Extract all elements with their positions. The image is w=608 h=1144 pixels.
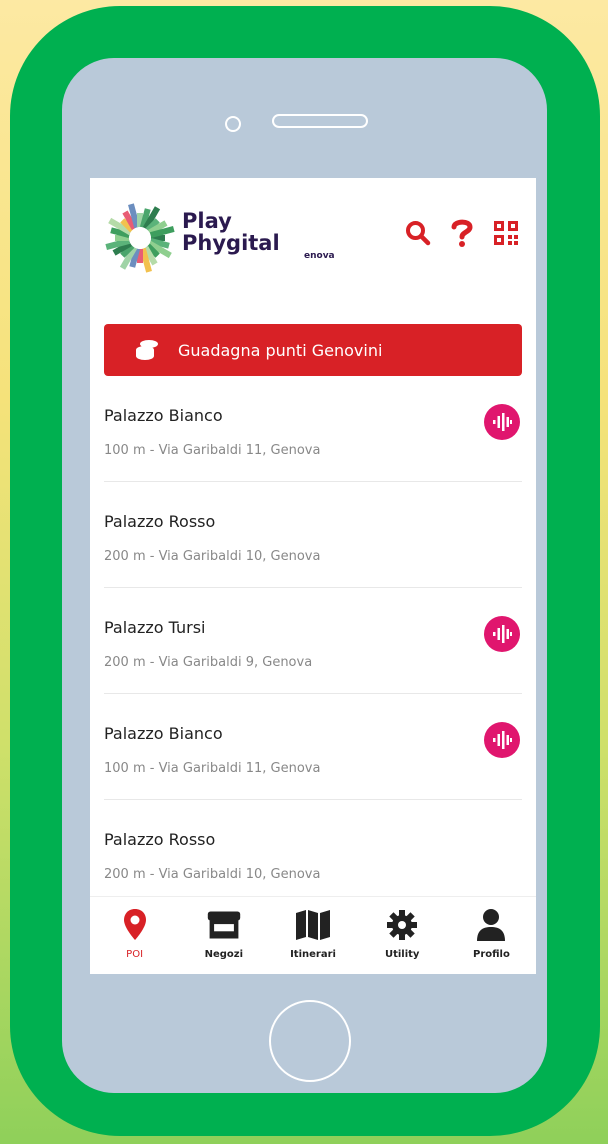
- user-icon: [473, 907, 509, 943]
- search-icon[interactable]: [402, 216, 434, 250]
- poi-title: Palazzo Bianco: [104, 406, 223, 425]
- header-actions: [402, 216, 522, 250]
- earn-points-button[interactable]: Guadagna punti Genovini: [104, 324, 522, 376]
- audio-wave-icon: [493, 625, 512, 643]
- qrcode-icon[interactable]: [490, 216, 522, 250]
- tab-label: Profilo: [472, 949, 510, 960]
- audio-wave-icon: [493, 731, 512, 749]
- help-icon[interactable]: [446, 216, 478, 250]
- map-pin-icon: [117, 907, 153, 943]
- poi-list-item[interactable]: Palazzo Rosso 200 m - Via Garibaldi 10, G…: [104, 800, 522, 906]
- logo-line3: enova: [304, 251, 335, 261]
- poi-list-item[interactable]: Palazzo Bianco 100 m - Via Garibaldi 11, …: [104, 376, 522, 482]
- tab-label: Negozi: [204, 949, 244, 960]
- poi-list-item[interactable]: Palazzo Rosso 200 m - Via Garibaldi 10, G…: [104, 482, 522, 588]
- tab-itinerari[interactable]: Itinerari: [268, 897, 357, 974]
- logo-text: Play Phygital enova: [182, 209, 335, 261]
- map-icon: [295, 907, 331, 943]
- poi-title: Palazzo Bianco: [104, 724, 223, 743]
- phone-camera: [225, 116, 241, 132]
- logo-line1: Play: [182, 209, 232, 233]
- poi-subtitle: 100 m - Via Garibaldi 11, Genova: [104, 761, 321, 776]
- tab-label: Itinerari: [290, 949, 336, 960]
- tab-negozi[interactable]: Negozi: [179, 897, 268, 974]
- poi-list-item[interactable]: Palazzo Bianco 100 m - Via Garibaldi 11, …: [104, 694, 522, 800]
- logo-line2: Phygital: [182, 231, 280, 255]
- audio-wave-icon: [493, 413, 512, 431]
- app-logo[interactable]: Play Phygital enova: [104, 202, 335, 302]
- tab-profilo[interactable]: Profilo: [447, 897, 536, 974]
- tab-poi[interactable]: POI: [90, 897, 179, 974]
- poi-list: Palazzo Bianco 100 m - Via Garibaldi 11, …: [90, 376, 536, 906]
- bottom-tabbar: POI Negozi Itinerari Utility Profilo: [90, 896, 536, 974]
- gear-icon: [384, 907, 420, 943]
- poi-list-item[interactable]: Palazzo Tursi 200 m - Via Garibaldi 9, Ge…: [104, 588, 522, 694]
- poi-subtitle: 200 m - Via Garibaldi 9, Genova: [104, 655, 313, 670]
- poi-title: Palazzo Rosso: [104, 512, 216, 531]
- poi-title: Palazzo Tursi: [104, 618, 206, 637]
- poi-subtitle: 100 m - Via Garibaldi 11, Genova: [104, 443, 321, 458]
- poi-subtitle: 200 m - Via Garibaldi 10, Genova: [104, 867, 321, 882]
- audio-guide-button[interactable]: [484, 616, 520, 652]
- audio-guide-button[interactable]: [484, 722, 520, 758]
- phone-speaker: [272, 114, 368, 128]
- app-header: Play Phygital enova: [90, 178, 536, 318]
- tab-label: POI: [126, 949, 144, 960]
- poi-title: Palazzo Rosso: [104, 830, 216, 849]
- store-icon: [206, 907, 242, 943]
- tab-label: Utility: [384, 949, 420, 960]
- audio-guide-button[interactable]: [484, 404, 520, 440]
- earn-points-label: Guadagna punti Genovini: [178, 340, 383, 360]
- coins-icon: [136, 340, 158, 360]
- sunburst-logo-icon: [105, 203, 175, 273]
- app-screen: Play Phygital enova Guadagna punti Genov…: [90, 178, 536, 974]
- tab-utility[interactable]: Utility: [358, 897, 447, 974]
- poi-subtitle: 200 m - Via Garibaldi 10, Genova: [104, 549, 321, 564]
- home-button[interactable]: [269, 1000, 351, 1082]
